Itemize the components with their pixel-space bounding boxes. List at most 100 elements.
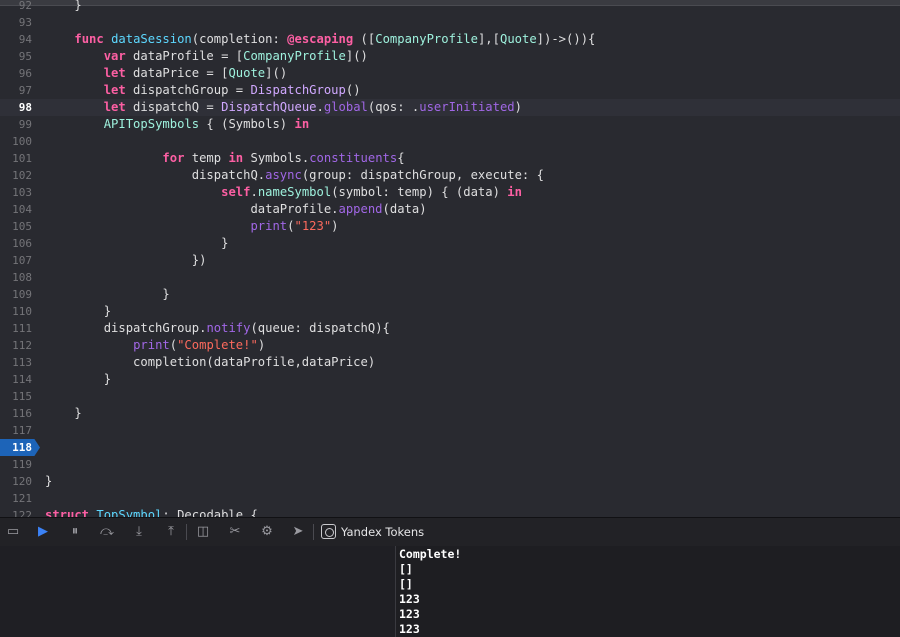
line-number: 99 <box>18 118 32 131</box>
step-into-icon: ⤓ <box>136 524 142 539</box>
code-line[interactable]: 122 struct TopSymbol: Decodable { <box>0 507 900 517</box>
variables-view[interactable] <box>0 546 395 637</box>
step-out-icon: ⤒ <box>168 524 174 539</box>
code-line[interactable]: 111 dispatchGroup.notify(queue: dispatch… <box>0 320 900 337</box>
line-number: 104 <box>12 203 32 216</box>
line-number: 110 <box>12 305 32 318</box>
code-line[interactable]: 92 } <box>0 0 900 14</box>
breakpoints-toggle-button[interactable]: ▶ <box>34 524 52 540</box>
line-number: 117 <box>12 424 32 437</box>
toolbar-separator <box>186 524 187 540</box>
debug-toolbar: ▭ ▶ ⏸ ⤼ ⤓ ⤒ ◫ ✂ ⚙ ➤ Yandex Tokens <box>0 517 900 547</box>
code-text: } <box>45 474 53 488</box>
console-line: 123 <box>399 592 420 606</box>
code-text: } <box>45 372 112 386</box>
line-number: 122 <box>12 509 32 517</box>
step-over-icon: ⤼ <box>100 524 114 539</box>
code-line[interactable]: 94 func dataSession(completion: @escapin… <box>0 31 900 48</box>
location-arrow-icon: ➤ <box>292 524 304 539</box>
line-number: 118 <box>12 441 32 454</box>
code-text: let dispatchGroup = DispatchGroup() <box>103 83 361 97</box>
view-hierarchy-button[interactable]: ◫ <box>194 524 212 540</box>
app-process-name[interactable]: Yandex Tokens <box>341 524 424 540</box>
code-text: for temp in Symbols.constituents{ <box>162 151 405 165</box>
console-line: 123 <box>399 622 420 636</box>
step-out-button[interactable]: ⤒ <box>162 524 180 540</box>
code-line[interactable]: 96 let dataPrice = [Quote]() <box>0 65 900 82</box>
environment-icon: ⚙ <box>261 524 273 539</box>
code-line[interactable]: 121 <box>0 490 900 507</box>
console-line: 123 <box>399 607 420 621</box>
line-number: 106 <box>12 237 32 250</box>
line-number: 92 <box>18 0 32 12</box>
code-line[interactable]: 117 <box>0 422 900 439</box>
code-line[interactable]: 115 <box>0 388 900 405</box>
step-over-button[interactable]: ⤼ <box>98 524 116 540</box>
code-line[interactable]: 116 } <box>0 405 900 422</box>
code-line[interactable]: 119 <box>0 456 900 473</box>
code-line[interactable]: 104 dataProfile.append(data) <box>0 201 900 218</box>
code-text: APITopSymbols { (Symbols) in <box>103 117 310 131</box>
console-output[interactable]: Complete![][] 123 123 123 <box>396 546 900 637</box>
panel-icon: ▭ <box>6 524 20 539</box>
code-text: print("Complete!") <box>133 338 266 352</box>
step-into-button[interactable]: ⤓ <box>130 524 148 540</box>
code-text: let dispatchQ = DispatchQueue.global(qos… <box>103 100 522 114</box>
line-number: 113 <box>12 356 32 369</box>
line-number: 108 <box>12 271 32 284</box>
line-number: 119 <box>12 458 32 471</box>
code-text: self.nameSymbol(symbol: temp) { (data) i… <box>221 185 522 199</box>
code-text: } <box>45 406 82 420</box>
line-number: 101 <box>12 152 32 165</box>
code-line[interactable]: 93 <box>0 14 900 31</box>
code-line[interactable]: 108 <box>0 269 900 286</box>
code-line[interactable]: 105 print("123") <box>0 218 900 235</box>
line-number: 95 <box>18 50 32 63</box>
code-line[interactable]: 118 <box>0 439 900 456</box>
pause-icon: ⏸ <box>71 524 79 539</box>
code-line[interactable]: 107 }) <box>0 252 900 269</box>
line-number: 102 <box>12 169 32 182</box>
app-icon <box>321 524 336 539</box>
environment-overrides-button[interactable]: ⚙ <box>258 524 276 540</box>
memory-graph-icon: ✂ <box>229 524 241 539</box>
code-line[interactable]: 103 self.nameSymbol(symbol: temp) { (dat… <box>0 184 900 201</box>
line-number: 120 <box>12 475 32 488</box>
code-text: } <box>45 236 229 250</box>
hide-debug-area-button[interactable]: ▭ <box>4 524 22 540</box>
code-line[interactable]: 100 <box>0 133 900 150</box>
simulate-location-button[interactable]: ➤ <box>289 524 307 540</box>
code-text: dispatchGroup.notify(queue: dispatchQ){ <box>45 321 390 335</box>
code-line[interactable]: 97 let dispatchGroup = DispatchGroup() <box>0 82 900 99</box>
code-text: struct TopSymbol: Decodable { <box>45 508 258 517</box>
code-line[interactable]: 102 dispatchQ.async(group: dispatchGroup… <box>0 167 900 184</box>
console-line: [] <box>399 577 413 591</box>
code-line[interactable]: 120} <box>0 473 900 490</box>
code-line[interactable]: 98 let dispatchQ = DispatchQueue.global(… <box>0 99 900 116</box>
line-number: 100 <box>12 135 32 148</box>
line-number: 111 <box>12 322 32 335</box>
line-number: 121 <box>12 492 32 505</box>
console-line: Complete! <box>399 547 462 561</box>
code-line[interactable]: 110 } <box>0 303 900 320</box>
code-line[interactable]: 109 } <box>0 286 900 303</box>
code-line[interactable]: 113 completion(dataProfile,dataPrice) <box>0 354 900 371</box>
line-number: 98 <box>18 101 32 114</box>
line-number: 97 <box>18 84 32 97</box>
line-number: 107 <box>12 254 32 267</box>
code-editor[interactable]: 92 } 93 94 func dataSession(completion: @e… <box>0 0 900 517</box>
code-line[interactable]: 112 print("Complete!") <box>0 337 900 354</box>
pause-button[interactable]: ⏸ <box>66 524 84 540</box>
code-line[interactable]: 114 } <box>0 371 900 388</box>
code-text: let dataPrice = [Quote]() <box>103 66 288 80</box>
code-text: } <box>45 287 170 301</box>
view-hierarchy-icon: ◫ <box>196 524 210 539</box>
code-text: } <box>45 304 112 318</box>
memory-graph-button[interactable]: ✂ <box>226 524 244 540</box>
code-line[interactable]: 106 } <box>0 235 900 252</box>
code-line[interactable]: 99 APITopSymbols { (Symbols) in <box>0 116 900 133</box>
code-line[interactable]: 101 for temp in Symbols.constituents{ <box>0 150 900 167</box>
code-text: print("123") <box>250 219 339 233</box>
line-number: 109 <box>12 288 32 301</box>
code-line[interactable]: 95 var dataProfile = [CompanyProfile]() <box>0 48 900 65</box>
